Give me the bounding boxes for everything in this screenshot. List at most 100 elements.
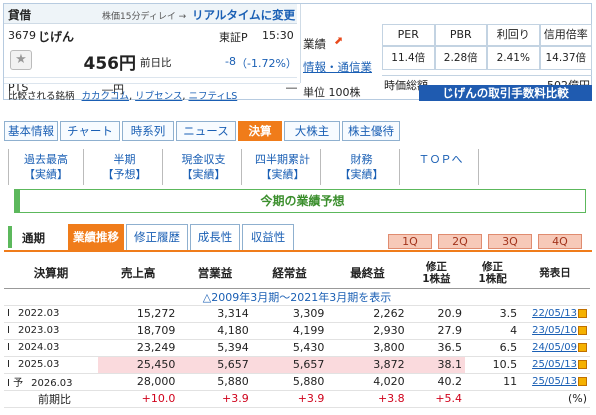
price-change-pct: （-1.72%） bbox=[236, 57, 297, 70]
subnav-item-2[interactable]: 現金収支 【実績】 bbox=[166, 149, 242, 185]
pdf-doc-icon[interactable] bbox=[578, 359, 587, 369]
op-profit-cell: 5,880 bbox=[178, 373, 252, 391]
net-profit-cell: 3,800 bbox=[327, 339, 408, 357]
tab-3[interactable]: ニュース bbox=[176, 121, 236, 141]
quarter-button-3Q[interactable]: 3Q bbox=[488, 234, 532, 249]
eps-cell: 20.9 bbox=[407, 305, 466, 323]
subnav-label: 四半期累計 bbox=[255, 153, 310, 166]
main-tabs: 基本情報 チャート 時系列 ニュース 決算 大株主 株主優待 bbox=[4, 121, 592, 141]
tab-0[interactable]: 基本情報 bbox=[4, 121, 58, 141]
ordinary-profit-cell: 5,880 bbox=[251, 373, 328, 391]
yoy-sales: +10.0 bbox=[98, 390, 179, 408]
op-profit-cell: 3,314 bbox=[178, 305, 252, 323]
announce-date-link[interactable]: 25/05/13 bbox=[532, 359, 577, 370]
subnav-item-3[interactable]: 四半期累計 【実績】 bbox=[245, 149, 321, 185]
dividend-cell: 4 bbox=[465, 322, 521, 340]
row-period: 2026.03 bbox=[31, 378, 73, 389]
metric-name: PBR bbox=[434, 24, 487, 46]
yoy-div bbox=[465, 390, 521, 408]
range-note-link[interactable]: △2009年3月期～2021年3月期を表示 bbox=[203, 291, 391, 304]
period-tabs-bar: 通期 業績推移 修正履歴 成長性 収益性 1Q 2Q 3Q 4Q bbox=[4, 222, 592, 252]
fee-comparison-banner[interactable]: じげんの取引手数料比較 bbox=[419, 85, 592, 101]
table-row: I 2024.03 23,249 5,394 5,430 3,800 36.5 6… bbox=[4, 339, 590, 357]
subnav-sublabel: 【実績】 bbox=[24, 168, 68, 181]
subnav-sublabel: 【実績】 bbox=[339, 168, 384, 181]
yoy-eps: +5.4 bbox=[407, 390, 466, 408]
tab-4[interactable]: 決算 bbox=[238, 121, 282, 141]
eps-cell: 36.5 bbox=[407, 339, 466, 357]
subnav-item-0[interactable]: 過去最高 【実績】 bbox=[8, 149, 84, 185]
sector-link[interactable]: 情報・通信業 bbox=[303, 59, 372, 75]
announce-date-link[interactable]: 25/05/13 bbox=[532, 376, 577, 387]
sub-tab-2[interactable]: 成長性 bbox=[190, 224, 240, 250]
pdf-doc-icon[interactable] bbox=[578, 376, 587, 386]
compare-link-kakaku[interactable]: カカクコム bbox=[82, 91, 130, 102]
favorite-star-icon[interactable]: ★ bbox=[10, 50, 32, 70]
dividend-cell: 6.5 bbox=[465, 339, 521, 357]
compare-link-nifty[interactable]: ニフティLS bbox=[188, 91, 237, 102]
sales-cell: 18,709 bbox=[98, 322, 179, 340]
table-row: I 予 2026.03 28,000 5,880 5,880 4,020 40.2… bbox=[4, 373, 590, 391]
metric-value: 11.4倍 bbox=[382, 46, 435, 70]
announce-date-link[interactable]: 23/05/10 bbox=[532, 325, 577, 336]
sub-tab-0[interactable]: 業績推移 bbox=[68, 224, 124, 250]
row-period: 2024.03 bbox=[17, 342, 60, 353]
stock-code: 3679 bbox=[8, 29, 36, 42]
realtime-link[interactable]: リアルタイムに変更 bbox=[192, 7, 295, 23]
header-cell: 発表日 bbox=[520, 258, 590, 289]
dividend-cell: 10.5 bbox=[465, 356, 521, 374]
row-period: 2025.03 bbox=[17, 359, 60, 370]
subnav-item-1[interactable]: 半期 【予想】 bbox=[87, 149, 163, 185]
metric-name: PER bbox=[382, 24, 435, 46]
subnav-item-5[interactable]: ＴＯＰへ bbox=[403, 149, 479, 185]
trading-unit: 単位 100株 bbox=[303, 86, 361, 99]
row-mark: I 予 bbox=[7, 378, 24, 389]
tab-5[interactable]: 大株主 bbox=[284, 121, 340, 141]
subnav-item-4[interactable]: 財務 【実績】 bbox=[324, 149, 400, 185]
ordinary-profit-cell: 4,199 bbox=[251, 322, 328, 340]
yoy-ord: +3.9 bbox=[251, 390, 328, 408]
tab-6[interactable]: 株主優待 bbox=[342, 121, 400, 141]
dividend-cell: 3.5 bbox=[465, 305, 521, 323]
announce-date-link[interactable]: 24/05/09 bbox=[532, 342, 577, 353]
subnav-label: 現金収支 bbox=[181, 153, 226, 166]
pdf-doc-icon[interactable] bbox=[578, 342, 587, 352]
header-cell: 最終益 bbox=[327, 258, 408, 289]
net-profit-cell: 2,262 bbox=[327, 305, 408, 323]
row-period: 2022.03 bbox=[17, 308, 60, 319]
range-note-row: △2009年3月期～2021年3月期を表示 bbox=[4, 288, 590, 306]
up-arrow-icon: ⬈ bbox=[334, 34, 344, 47]
yoy-unit: (%) bbox=[520, 390, 590, 408]
tab-2[interactable]: 時系列 bbox=[122, 121, 174, 141]
quarter-button-4Q[interactable]: 4Q bbox=[538, 234, 582, 249]
sub-tabs: 業績推移 修正履歴 成長性 収益性 bbox=[68, 224, 328, 250]
quarter-button-2Q[interactable]: 2Q bbox=[438, 234, 482, 249]
metric-name: 利回り bbox=[487, 24, 540, 46]
tab-1[interactable]: チャート bbox=[60, 121, 120, 141]
period-label: 通期 bbox=[22, 231, 45, 245]
ordinary-profit-cell: 3,309 bbox=[251, 305, 328, 323]
table-row: I 2023.03 18,709 4,180 4,199 2,930 27.9 4… bbox=[4, 322, 590, 340]
margin-label: 貸借 bbox=[8, 8, 31, 22]
metric-value: 2.41% bbox=[487, 46, 540, 70]
subnav-sublabel: 【実績】 bbox=[181, 168, 226, 181]
pdf-doc-icon[interactable] bbox=[578, 325, 587, 335]
row-period: 2023.03 bbox=[17, 325, 60, 336]
pdf-doc-icon[interactable] bbox=[578, 308, 587, 318]
sub-navigation: 過去最高 【実績】 半期 【予想】 現金収支 【実績】 四半期累計 【実績】 財務 【実績】 ＴＯＰ… bbox=[8, 149, 508, 185]
announce-date-link[interactable]: 22/05/13 bbox=[532, 308, 577, 319]
compare-link-livesense[interactable]: リブセンス bbox=[135, 91, 182, 102]
eps-cell: 38.1 bbox=[407, 356, 466, 374]
header-cell: 修正 1株配 bbox=[465, 258, 521, 289]
sales-cell: 23,249 bbox=[98, 339, 179, 357]
net-profit-cell: 2,930 bbox=[327, 322, 408, 340]
sub-tab-1[interactable]: 修正履歴 bbox=[126, 224, 188, 250]
delay-note: 株価15分ディレイ → bbox=[102, 12, 187, 22]
market-label: 東証P bbox=[219, 31, 248, 44]
subnav-label: 過去最高 bbox=[24, 153, 68, 166]
quarter-button-1Q[interactable]: 1Q bbox=[388, 234, 432, 249]
stock-price: 456円 bbox=[83, 54, 137, 74]
net-profit-cell: 3,872 bbox=[327, 356, 408, 374]
metric-value: 2.28倍 bbox=[434, 46, 487, 70]
sub-tab-3[interactable]: 収益性 bbox=[242, 224, 294, 250]
